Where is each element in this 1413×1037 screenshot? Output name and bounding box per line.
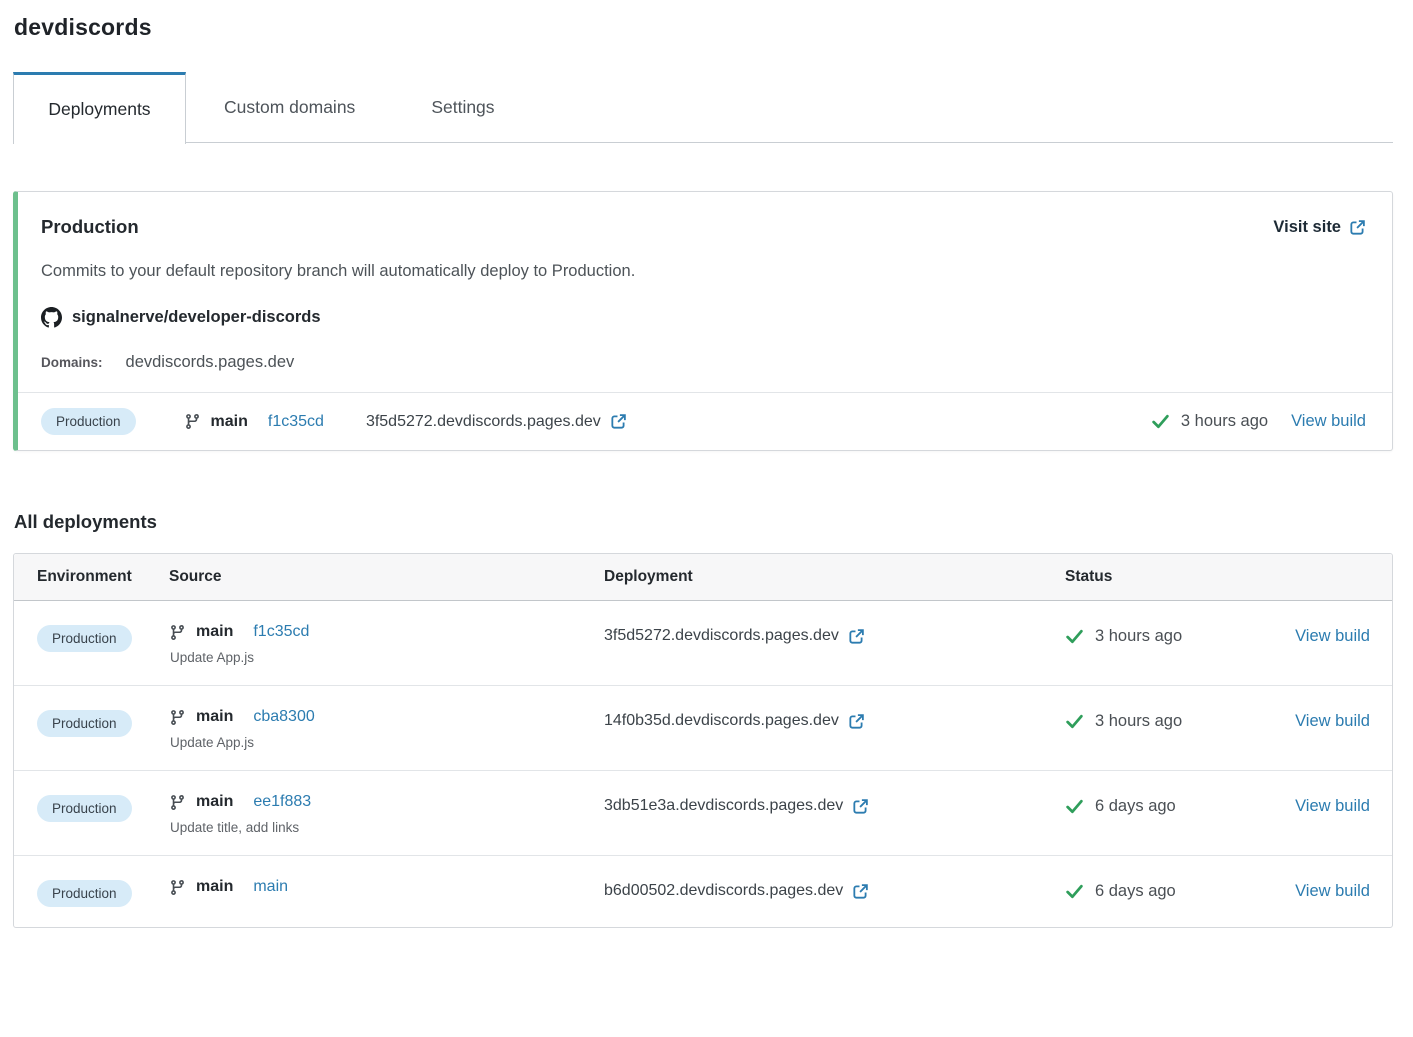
column-source: Source — [169, 568, 604, 586]
external-link-icon[interactable] — [610, 413, 627, 430]
check-icon — [1065, 712, 1084, 731]
deployment-url: 3f5d5272.devdiscords.pages.dev — [604, 627, 839, 645]
repo-link[interactable]: signalnerve/developer-discords — [72, 308, 321, 327]
git-branch-icon — [169, 624, 186, 641]
tab-deployments-label: Deployments — [48, 99, 150, 120]
tab-settings[interactable]: Settings — [421, 72, 504, 143]
table-row: Production main main b6d00502.devdiscord… — [14, 856, 1392, 927]
environment-badge: Production — [37, 710, 132, 737]
external-link-icon[interactable] — [848, 628, 865, 645]
git-branch-icon — [169, 794, 186, 811]
table-row: Production main ee1f883 Update title, ad… — [14, 771, 1392, 856]
deployment-url: 3db51e3a.devdiscords.pages.dev — [604, 797, 843, 815]
commit-link[interactable]: cba8300 — [253, 708, 314, 726]
github-icon — [41, 307, 62, 328]
domains-label: Domains: — [41, 355, 103, 370]
commit-message: Update App.js — [170, 650, 604, 665]
commit-link[interactable]: ee1f883 — [253, 793, 311, 811]
environment-badge: Production — [37, 625, 132, 652]
deployment-url: b6d00502.devdiscords.pages.dev — [604, 882, 843, 900]
production-description: Commits to your default repository branc… — [41, 262, 1366, 281]
status-time: 6 days ago — [1095, 797, 1176, 816]
commit-link[interactable]: f1c35cd — [253, 623, 309, 641]
external-link-icon[interactable] — [848, 713, 865, 730]
table-row: Production main f1c35cd Update App.js 3f… — [14, 601, 1392, 686]
branch-name: main — [196, 878, 233, 896]
visit-site-label: Visit site — [1273, 218, 1341, 237]
check-icon — [1065, 627, 1084, 646]
column-deployment: Deployment — [604, 568, 1065, 586]
production-card: Production Visit site Commits to your de… — [13, 191, 1393, 451]
domains-value: devdiscords.pages.dev — [126, 353, 295, 372]
tab-settings-label: Settings — [431, 97, 494, 118]
commit-message: Update title, add links — [170, 820, 604, 835]
check-icon — [1151, 412, 1170, 431]
production-card-title: Production — [41, 216, 139, 238]
page-title: devdiscords — [13, 0, 1393, 41]
external-link-icon[interactable] — [852, 883, 869, 900]
view-build-link[interactable]: View build — [1295, 712, 1370, 731]
status-time: 6 days ago — [1095, 882, 1176, 901]
table-body: Production main f1c35cd Update App.js 3f… — [14, 601, 1392, 927]
check-icon — [1065, 797, 1084, 816]
column-environment: Environment — [37, 568, 169, 586]
deployments-table: Environment Source Deployment Status Pro… — [13, 553, 1393, 928]
tab-custom-domains[interactable]: Custom domains — [214, 72, 365, 143]
commit-link[interactable]: f1c35cd — [268, 413, 324, 431]
view-build-link[interactable]: View build — [1295, 882, 1370, 901]
table-header-row: Environment Source Deployment Status — [14, 554, 1392, 601]
visit-site-link[interactable]: Visit site — [1273, 218, 1366, 237]
deployment-url: 14f0b35d.devdiscords.pages.dev — [604, 712, 839, 730]
commit-message: Update App.js — [170, 735, 604, 750]
table-row: Production main cba8300 Update App.js 14… — [14, 686, 1392, 771]
external-link-icon[interactable] — [852, 798, 869, 815]
environment-badge: Production — [37, 880, 132, 907]
branch-name: main — [211, 413, 248, 431]
git-branch-icon — [184, 413, 201, 430]
tab-bar: Deployments Custom domains Settings — [13, 71, 1393, 143]
environment-badge: Production — [37, 795, 132, 822]
branch-name: main — [196, 708, 233, 726]
view-build-link[interactable]: View build — [1295, 627, 1370, 646]
deployment-url: 3f5d5272.devdiscords.pages.dev — [366, 413, 601, 431]
commit-link[interactable]: main — [253, 878, 288, 896]
all-deployments-title: All deployments — [13, 511, 1393, 533]
column-status: Status — [1065, 568, 1370, 586]
external-link-icon — [1349, 219, 1366, 236]
status-time: 3 hours ago — [1095, 627, 1182, 646]
view-build-link[interactable]: View build — [1295, 797, 1370, 816]
tab-deployments[interactable]: Deployments — [13, 72, 186, 144]
check-icon — [1065, 882, 1084, 901]
git-branch-icon — [169, 879, 186, 896]
tab-custom-domains-label: Custom domains — [224, 97, 355, 118]
view-build-link[interactable]: View build — [1291, 412, 1366, 431]
status-time: 3 hours ago — [1095, 712, 1182, 731]
branch-name: main — [196, 793, 233, 811]
branch-name: main — [196, 623, 233, 641]
status-time: 3 hours ago — [1181, 412, 1268, 431]
pages-project-page: devdiscords Deployments Custom domains S… — [0, 0, 1413, 928]
environment-badge: Production — [41, 408, 136, 435]
production-deployment-row: Production main f1c35cd 3f5d5272.devdisc… — [18, 392, 1392, 450]
git-branch-icon — [169, 709, 186, 726]
